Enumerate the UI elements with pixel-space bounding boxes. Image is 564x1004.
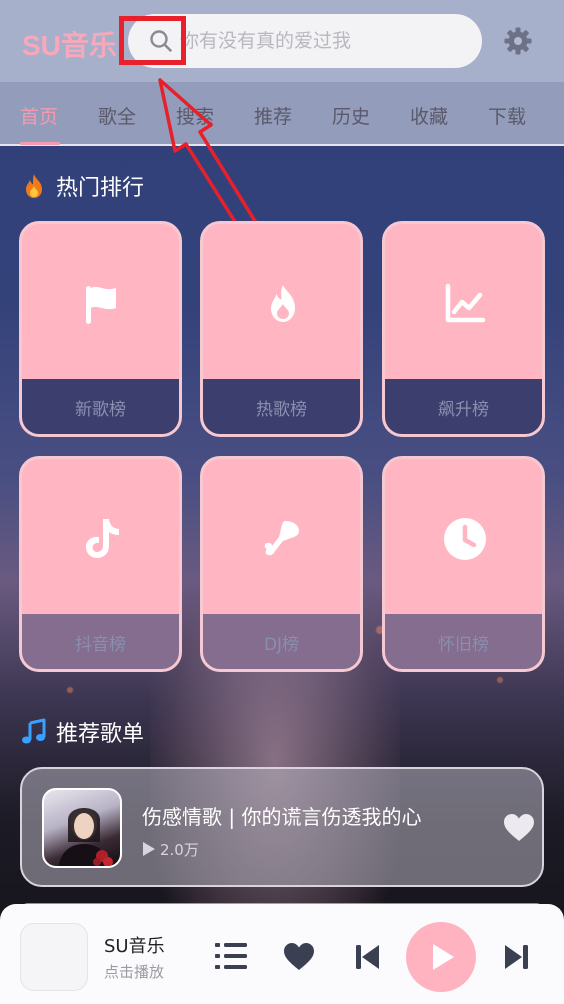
heart-icon[interactable] [503, 813, 535, 843]
tab-all-songs[interactable]: 歌全 [98, 102, 136, 129]
rank-card-rising[interactable]: 飙升榜 [382, 221, 545, 437]
active-tab-indicator [20, 142, 60, 145]
previous-track-icon[interactable] [356, 944, 380, 974]
rank-card-douyin[interactable]: 抖音榜 [19, 456, 182, 672]
recommend-section-label: 推荐歌单 [56, 722, 145, 747]
flag-icon [78, 280, 126, 328]
rank-card-classic[interactable]: 怀旧榜 [382, 456, 545, 672]
fire-icon [20, 172, 48, 200]
card-label: DJ榜 [263, 635, 300, 655]
mini-player: SU音乐 点击播放 [0, 904, 564, 1004]
tab-history[interactable]: 历史 [332, 102, 370, 129]
card-label: 抖音榜 [75, 635, 126, 655]
tab-recommend[interactable]: 推荐 [254, 102, 292, 129]
dj-icon [259, 515, 307, 563]
tab-downloads[interactable]: 下载 [488, 102, 526, 129]
card-label: 飙升榜 [438, 400, 489, 420]
hot-section-title: 热门排行 [20, 170, 144, 202]
next-track-icon[interactable] [504, 944, 528, 974]
tab-favorites[interactable]: 收藏 [410, 102, 448, 129]
player-cover[interactable] [20, 923, 88, 991]
app-brand: SU音乐 [22, 30, 117, 61]
top-tab-bar: 首页 歌全 搜索 推荐 历史 收藏 下载 [0, 82, 564, 146]
play-icon [431, 943, 455, 975]
play-button[interactable] [406, 922, 476, 992]
trending-chart-icon [441, 280, 489, 328]
favorite-heart-icon[interactable] [283, 942, 315, 976]
playlist-cover [42, 788, 122, 868]
rank-card-dj[interactable]: DJ榜 [200, 456, 363, 672]
search-input[interactable] [180, 23, 470, 59]
rank-card-new[interactable]: 新歌榜 [19, 221, 182, 437]
annotation-highlight-box [119, 16, 186, 65]
playlist-title: 伤感情歌 | 你的谎言伤透我的心 [142, 805, 422, 829]
player-title[interactable]: SU音乐 [104, 932, 165, 958]
tab-search[interactable]: 搜索 [176, 102, 214, 129]
card-label: 热歌榜 [256, 400, 307, 420]
rank-card-hot[interactable]: 热歌榜 [200, 221, 363, 437]
music-note-icon [20, 718, 48, 746]
play-count-icon [142, 841, 156, 857]
card-label: 新歌榜 [75, 400, 126, 420]
tab-home[interactable]: 首页 [20, 102, 58, 129]
settings-gear-icon[interactable] [503, 26, 533, 56]
playlist-play-count: 2.0万 [160, 841, 199, 859]
player-subtitle[interactable]: 点击播放 [104, 961, 164, 982]
playlist-card[interactable]: 伤感情歌 | 你的谎言伤透我的心 2.0万 [20, 767, 544, 887]
app-header: SU音乐 [0, 0, 564, 82]
tiktok-icon [78, 515, 126, 563]
flame-icon [259, 280, 307, 328]
recommend-section-title: 推荐歌单 [20, 716, 144, 748]
card-label: 怀旧榜 [438, 635, 489, 655]
playlist-list-icon[interactable] [215, 942, 247, 974]
hot-section-label: 热门排行 [56, 176, 145, 201]
clock-icon [441, 515, 489, 563]
